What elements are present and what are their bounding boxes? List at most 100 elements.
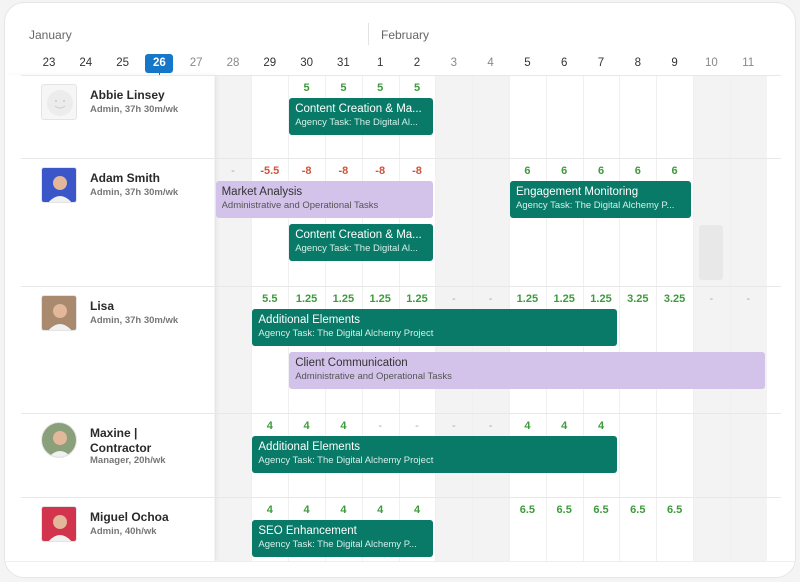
daily-hours: 4 [340, 420, 347, 432]
avatar[interactable] [41, 422, 77, 458]
date-25[interactable]: 25 [109, 54, 137, 73]
task-title: Additional Elements [258, 314, 361, 326]
task-bar[interactable]: Content Creation & Ma... Agency Task: The… [289, 224, 434, 261]
row-divider [21, 158, 781, 159]
task-title: Content Creation & Ma... [295, 229, 422, 241]
task-bar[interactable]: Additional Elements Agency Task: The Digi… [252, 309, 618, 346]
person-role: Admin, 40h/wk [90, 526, 157, 537]
date-3[interactable]: 3 [440, 54, 468, 73]
daily-hours: 5 [413, 82, 421, 94]
task-title: Client Communication [295, 357, 408, 369]
task-subtitle: Administrative and Operational Tasks [221, 200, 379, 211]
daily-hours: 1.25 [295, 293, 318, 305]
date-8[interactable]: 8 [624, 54, 652, 73]
daily-hours: 6 [524, 165, 531, 177]
task-bar[interactable]: SEO Enhancement Agency Task: The Digital … [252, 520, 434, 557]
person-photo-icon [48, 304, 72, 330]
task-title: Market Analysis [221, 186, 303, 198]
row-divider [21, 497, 781, 498]
date-6[interactable]: 6 [550, 54, 578, 73]
date-30[interactable]: 30 [293, 54, 321, 73]
daily-hours: 6.5 [519, 504, 536, 516]
date-29[interactable]: 29 [256, 54, 284, 73]
task-bar[interactable]: Engagement Monitoring Agency Task: The Di… [510, 181, 691, 218]
avatar[interactable] [41, 295, 77, 331]
date-5[interactable]: 5 [513, 54, 541, 73]
daily-hours: 1.25 [553, 293, 575, 305]
daily-hours: 1.25 [332, 293, 355, 305]
daily-hours: 6.5 [556, 504, 572, 516]
avatar[interactable] [41, 84, 77, 120]
month-divider [368, 23, 369, 45]
day-column [214, 75, 252, 561]
daily-hours: 6 [671, 165, 678, 177]
person-name[interactable]: Maxine | Contractor [90, 426, 200, 456]
task-subtitle: Agency Task: The Digital Al... [295, 243, 418, 254]
daily-hours: 4 [340, 504, 347, 516]
date-2[interactable]: 2 [403, 54, 431, 73]
daily-hours: 4 [266, 504, 273, 516]
avatar[interactable] [41, 506, 77, 542]
date-31[interactable]: 31 [329, 54, 357, 73]
person-name[interactable]: Lisa [90, 299, 200, 314]
daily-hours: 6.5 [593, 504, 609, 516]
month-label-february: February [381, 28, 430, 42]
daily-hours: 1.25 [406, 293, 428, 305]
daily-hours: 6 [597, 165, 605, 177]
task-subtitle: Agency Task: The Digital Al... [295, 117, 418, 128]
person-role: Admin, 37h 30m/wk [90, 187, 179, 198]
daily-hours: - [709, 293, 714, 305]
daily-hours: 5 [340, 82, 347, 94]
date-4[interactable]: 4 [477, 54, 505, 73]
date-28[interactable]: 28 [219, 54, 247, 73]
date-23[interactable]: 23 [35, 54, 63, 73]
daily-hours: 6 [561, 165, 568, 177]
daily-hours: - [746, 293, 751, 305]
day-column [619, 75, 656, 561]
daily-hours: 1.25 [369, 293, 391, 305]
person-name[interactable]: Abbie Linsey [90, 88, 200, 103]
daily-hours: - [415, 420, 419, 432]
row-divider [21, 413, 781, 414]
placeholder-face-icon [47, 90, 73, 116]
task-title: Engagement Monitoring [516, 186, 639, 198]
day-column [693, 75, 730, 561]
daily-hours: 4 [377, 504, 384, 516]
task-title: Content Creation & Ma... [295, 103, 422, 115]
task-bar[interactable]: Content Creation & Ma... Agency Task: The… [289, 98, 434, 135]
person-name[interactable]: Adam Smith [90, 171, 200, 186]
avatar[interactable] [41, 167, 77, 203]
daily-hours: -5.5 [260, 165, 280, 177]
task-title: Additional Elements [258, 441, 361, 453]
day-column [729, 75, 767, 561]
task-bar[interactable]: Additional Elements Agency Task: The Digi… [252, 436, 618, 473]
date-27[interactable]: 27 [182, 54, 210, 73]
date-11[interactable]: 11 [734, 54, 762, 73]
task-subtitle: Agency Task: The Digital Alchemy Project [258, 455, 434, 466]
person-role: Admin, 37h 30m/wk [90, 104, 179, 115]
daily-hours: 1.25 [590, 293, 612, 305]
person-name[interactable]: Miguel Ochoa [90, 510, 200, 525]
row-divider [21, 286, 781, 287]
daily-hours: 4 [303, 420, 310, 432]
day-column [656, 75, 693, 561]
resource-schedule: January February 23 24 25 26 27 28 29 30 31 1 2 3 4 5… [4, 2, 796, 578]
task-subtitle: Agency Task: The Digital Alchemy Project [258, 328, 434, 339]
date-24[interactable]: 24 [72, 54, 100, 73]
date-10[interactable]: 10 [697, 54, 725, 73]
daily-hours: 6.5 [630, 504, 646, 516]
daily-hours: 5 [303, 82, 310, 94]
daily-hours: 5.5 [262, 293, 278, 305]
person-photo-icon [48, 515, 72, 541]
task-bar[interactable]: Market Analysis Administrative and Operat… [215, 181, 434, 218]
date-9[interactable]: 9 [661, 54, 689, 73]
date-7[interactable]: 7 [587, 54, 615, 73]
person-photo-icon [48, 176, 72, 202]
task-bar[interactable]: Client Communication Administrative and O… [289, 352, 765, 389]
empty-slot-placeholder[interactable] [699, 225, 724, 280]
daily-hours: - [451, 420, 456, 432]
task-subtitle: Agency Task: The Digital Alchemy P... [258, 539, 417, 550]
date-1[interactable]: 1 [366, 54, 394, 73]
daily-hours: -8 [338, 165, 349, 177]
person-role: Admin, 37h 30m/wk [90, 315, 179, 326]
